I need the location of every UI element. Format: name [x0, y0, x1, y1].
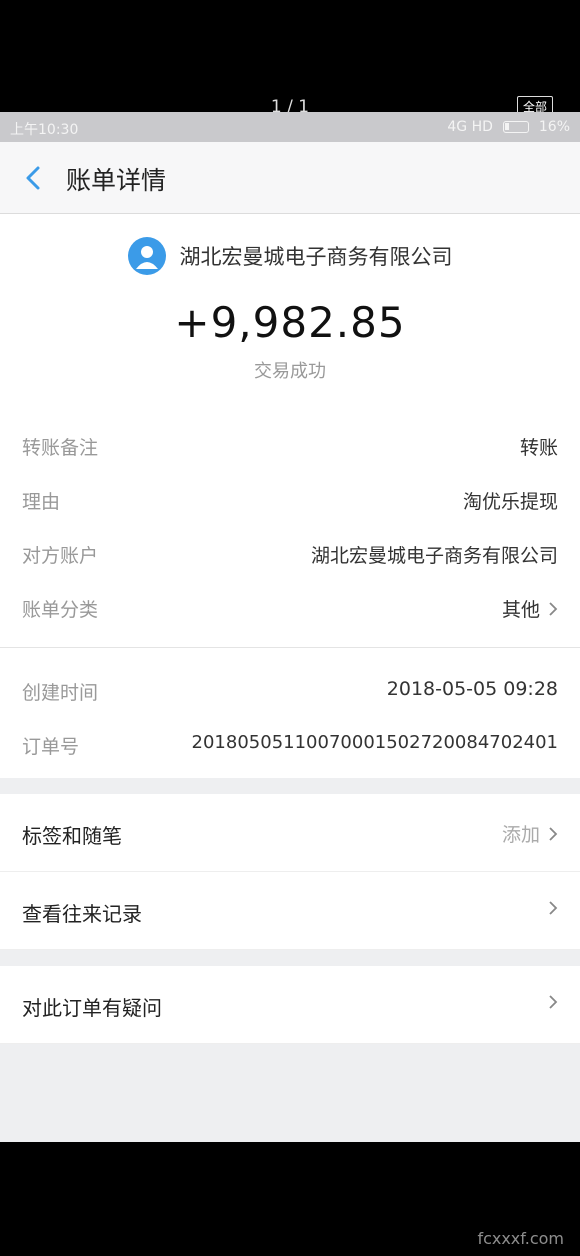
battery-icon — [502, 121, 529, 133]
menu-label: 查看往来记录 — [22, 902, 142, 926]
page-title: 账单详情 — [66, 166, 167, 195]
menu-add-link[interactable]: 添加 — [502, 820, 558, 847]
menu-arrow — [540, 992, 558, 1014]
detail-rows: 转账备注 转账 理由 淘优乐提现 对方账户 湖北宏曼城电子商务有限公司 账单分类… — [0, 417, 580, 778]
watermark: fcxxxf.com — [477, 1229, 564, 1248]
detail-row-created-time: 创建时间 2018-05-05 09:28 — [0, 662, 580, 716]
menu-label: 标签和随笔 — [22, 824, 122, 848]
detail-label: 对方账户 — [22, 545, 99, 567]
divider — [0, 647, 580, 648]
chevron-right-icon — [549, 901, 558, 915]
detail-value: 其他 — [501, 599, 540, 621]
phone-screen: 上午10:30 4G HD 16% 账单详情 湖北宏曼城电子商务有限公司 +9,… — [0, 112, 580, 1142]
chevron-right-icon — [549, 995, 558, 1009]
detail-row-reason: 理由 淘优乐提现 — [0, 471, 580, 525]
detail-value: 2018-05-05 09:28 — [386, 678, 558, 700]
detail-value: 转账 — [519, 437, 558, 459]
status-time: 上午10:30 — [10, 122, 79, 138]
category-value: 其他 — [502, 595, 558, 622]
status-icons: 4G HD 16% — [447, 119, 570, 135]
status-network: 4G HD — [447, 119, 493, 135]
menu-value: 添加 — [501, 824, 540, 846]
bottom-letterbox: fcxxxf.com — [0, 1142, 580, 1256]
bill-detail-card: 湖北宏曼城电子商务有限公司 +9,982.85 交易成功 转账备注 转账 理由 … — [0, 214, 580, 778]
chevron-right-icon — [549, 827, 558, 841]
payee-name: 湖北宏曼城电子商务有限公司 — [179, 244, 453, 269]
detail-row-order-number: 订单号 20180505110070001502720084702401 — [0, 716, 580, 778]
detail-value: 淘优乐提现 — [462, 491, 558, 513]
status-bar: 上午10:30 4G HD 16% — [0, 112, 580, 142]
transaction-status: 交易成功 — [254, 361, 326, 382]
status-battery: 16% — [538, 119, 570, 135]
detail-label: 理由 — [22, 491, 61, 513]
menu-order-question[interactable]: 对此订单有疑问 — [0, 966, 580, 1044]
image-viewer-bar: 1 / 1 全部 — [0, 0, 580, 118]
detail-label: 转账备注 — [22, 437, 99, 459]
detail-row-category[interactable]: 账单分类 其他 — [0, 579, 580, 633]
detail-label: 创建时间 — [22, 682, 99, 704]
detail-label: 订单号 — [22, 736, 80, 758]
title-bar: 账单详情 — [0, 142, 580, 214]
menu-label: 对此订单有疑问 — [22, 996, 162, 1020]
detail-row-remark: 转账备注 转账 — [0, 417, 580, 471]
section-gap — [0, 950, 580, 966]
menu-view-records[interactable]: 查看往来记录 — [0, 872, 580, 950]
back-arrow-icon[interactable] — [22, 164, 46, 192]
detail-row-counterparty: 对方账户 湖北宏曼城电子商务有限公司 — [0, 525, 580, 579]
user-avatar-icon — [127, 236, 166, 275]
detail-label: 账单分类 — [22, 599, 99, 621]
section-gap — [0, 778, 580, 794]
chevron-right-icon — [549, 602, 558, 616]
menu-arrow — [540, 898, 558, 920]
detail-value: 湖北宏曼城电子商务有限公司 — [310, 545, 558, 567]
transaction-amount: +9,982.85 — [174, 298, 406, 347]
payee: 湖北宏曼城电子商务有限公司 — [0, 214, 580, 275]
menu-tags-notes[interactable]: 标签和随笔 添加 — [0, 794, 580, 872]
detail-value: 20180505110070001502720084702401 — [191, 732, 558, 753]
